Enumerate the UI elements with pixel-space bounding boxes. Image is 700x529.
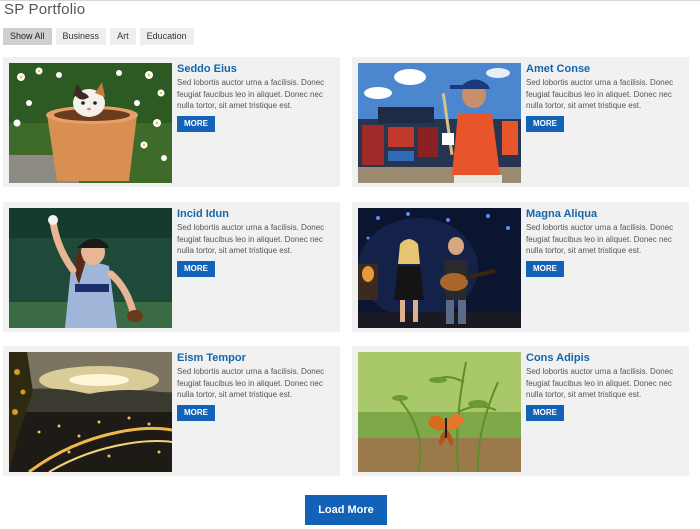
card-description: Sed lobortis auctor urna a facilisis. Do…: [177, 78, 325, 110]
more-button[interactable]: MORE: [177, 116, 215, 132]
filter-education[interactable]: Education: [139, 28, 194, 45]
portfolio-thumbnail-butterfly[interactable]: [358, 352, 521, 472]
portfolio-card: Cons Adipis Sed lobortis auctor urna a f…: [352, 346, 689, 476]
card-title[interactable]: Seddo Eius: [177, 63, 237, 75]
portfolio-card: Amet Conse Sed lobortis auctor urna a fa…: [352, 57, 689, 187]
page-title: SP Portfolio: [4, 1, 86, 18]
filter-business[interactable]: Business: [55, 28, 107, 45]
card-description: Sed lobortis auctor urna a facilisis. Do…: [526, 367, 674, 399]
portfolio-thumbnail-baseball-player[interactable]: [358, 63, 521, 183]
portfolio-thumbnail-concert[interactable]: [358, 208, 521, 328]
card-title[interactable]: Eism Tempor: [177, 352, 246, 364]
card-title[interactable]: Incid Idun: [177, 208, 229, 220]
filter-show-all[interactable]: Show All: [3, 28, 52, 45]
more-button[interactable]: MORE: [177, 261, 215, 277]
more-button[interactable]: MORE: [526, 116, 564, 132]
more-button[interactable]: MORE: [526, 405, 564, 421]
portfolio-card: Incid Idun Sed lobortis auctor urna a fa…: [3, 202, 340, 332]
top-divider: [0, 0, 700, 1]
more-button[interactable]: MORE: [526, 261, 564, 277]
card-title[interactable]: Amet Conse: [526, 63, 590, 75]
load-more-button[interactable]: Load More: [305, 495, 387, 525]
portfolio-card: Eism Tempor Sed lobortis auctor urna a f…: [3, 346, 340, 476]
filter-art[interactable]: Art: [110, 28, 136, 45]
more-button[interactable]: MORE: [177, 405, 215, 421]
card-description: Sed lobortis auctor urna a facilisis. Do…: [177, 367, 325, 399]
card-description: Sed lobortis auctor urna a facilisis. Do…: [177, 223, 325, 255]
portfolio-thumbnail-kitten[interactable]: [9, 63, 172, 183]
card-description: Sed lobortis auctor urna a facilisis. Do…: [526, 78, 674, 110]
card-title[interactable]: Cons Adipis: [526, 352, 590, 364]
card-title[interactable]: Magna Aliqua: [526, 208, 597, 220]
portfolio-thumbnail-city-night[interactable]: [9, 352, 172, 472]
portfolio-card: Magna Aliqua Sed lobortis auctor urna a …: [352, 202, 689, 332]
card-description: Sed lobortis auctor urna a facilisis. Do…: [526, 223, 674, 255]
portfolio-thumbnail-pitcher[interactable]: [9, 208, 172, 328]
portfolio-card: Seddo Eius Sed lobortis auctor urna a fa…: [3, 57, 340, 187]
filter-bar: Show All Business Art Education: [3, 28, 194, 45]
